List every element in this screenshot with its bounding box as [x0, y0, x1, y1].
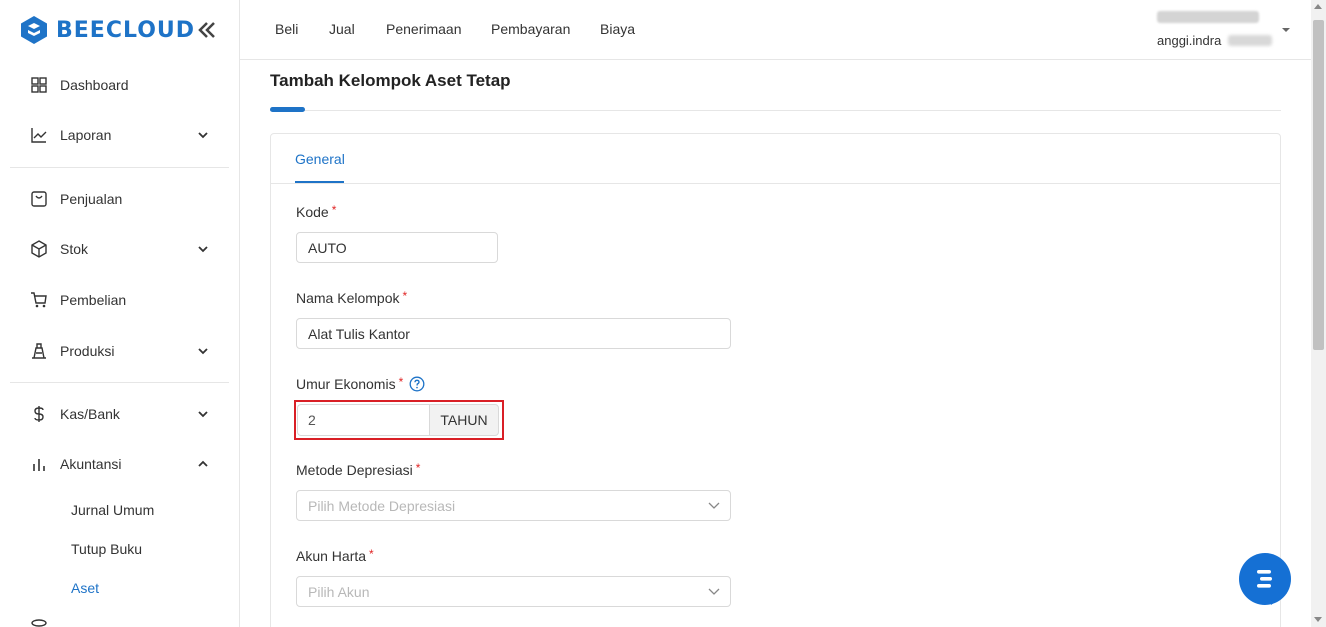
- required-marker: *: [369, 547, 374, 561]
- nama-kelompok-value: Alat Tulis Kantor: [308, 325, 410, 342]
- akun-harta-placeholder: Pilih Akun: [308, 583, 370, 600]
- sidebar-subitem-jurnal-umum[interactable]: Jurnal Umum: [71, 502, 154, 518]
- database-icon: [31, 619, 47, 627]
- user-email[interactable]: anggi.indra: [1157, 33, 1221, 48]
- akun-harta-label: Akun Harta *: [296, 547, 374, 564]
- title-divider: [270, 110, 1281, 111]
- line-chart-icon: [31, 128, 47, 143]
- beecloud-logo-icon: [21, 16, 47, 44]
- tab-general[interactable]: General: [295, 151, 345, 167]
- sidebar-item-label: Produksi: [60, 343, 115, 359]
- nama-kelompok-input[interactable]: Alat Tulis Kantor: [296, 318, 731, 349]
- sidebar-item-produksi[interactable]: Produksi: [0, 331, 240, 371]
- kode-input[interactable]: AUTO: [296, 232, 498, 263]
- receipt-icon: [31, 191, 47, 207]
- top-menu-penerimaan[interactable]: Penerimaan: [386, 21, 462, 37]
- sidebar-item-label: Penjualan: [60, 191, 123, 207]
- user-email-redacted: [1228, 35, 1272, 46]
- umur-ekonomis-unit: TAHUN: [429, 404, 499, 436]
- user-name-redacted: [1157, 11, 1259, 23]
- umur-ekonomis-value: 2: [308, 412, 316, 428]
- sidebar-item-pembelian[interactable]: Pembelian: [0, 280, 240, 320]
- metode-depresiasi-label: Metode Depresiasi *: [296, 461, 421, 478]
- question-circle-icon[interactable]: [409, 376, 425, 392]
- sidebar-item-akuntansi[interactable]: Akuntansi: [0, 444, 240, 484]
- brand-name: BEECLOUD: [56, 17, 196, 43]
- top-menu-biaya[interactable]: Biaya: [600, 21, 635, 37]
- umur-ekonomis-input[interactable]: 2: [297, 404, 430, 436]
- chevron-down-icon: [198, 132, 208, 139]
- page-title: Tambah Kelompok Aset Tetap: [270, 71, 511, 90]
- top-navigation: Beli Jual Penerimaan Pembayaran Biaya an…: [240, 0, 1311, 60]
- sidebar-subitem-aset[interactable]: Aset: [71, 580, 99, 596]
- chevron-up-icon: [198, 460, 208, 467]
- sidebar-item-label: Stok: [60, 241, 89, 257]
- sidebar-item-penjualan[interactable]: Penjualan: [0, 179, 240, 219]
- chat-button[interactable]: [1239, 553, 1291, 605]
- metode-depresiasi-select[interactable]: Pilih Metode Depresiasi: [296, 490, 731, 521]
- metode-depresiasi-placeholder: Pilih Metode Depresiasi: [308, 497, 456, 514]
- kode-label-text: Kode: [296, 204, 329, 220]
- sidebar-divider: [10, 167, 229, 168]
- collapse-sidebar-icon[interactable]: [196, 19, 218, 41]
- nama-kelompok-label: Nama Kelompok *: [296, 289, 408, 306]
- dollar-icon: [34, 406, 44, 422]
- sidebar: BEECLOUD Dashboard Laporan Penjualan Sto…: [0, 0, 240, 627]
- required-marker: *: [402, 289, 408, 303]
- required-marker: *: [398, 375, 404, 389]
- tab-divider: [271, 183, 1280, 184]
- sidebar-item-dashboard[interactable]: Dashboard: [0, 65, 240, 105]
- chevron-down-icon: [198, 348, 208, 355]
- chevron-down-icon: [198, 411, 208, 418]
- scrollbar-thumb[interactable]: [1313, 20, 1324, 350]
- sidebar-item-laporan[interactable]: Laporan: [0, 115, 240, 155]
- chevron-down-icon: [198, 246, 208, 253]
- required-marker: *: [331, 203, 337, 217]
- sidebar-divider: [10, 382, 229, 383]
- akun-harta-select[interactable]: Pilih Akun: [296, 576, 731, 607]
- nama-kelompok-label-text: Nama Kelompok: [296, 290, 400, 306]
- sidebar-item-label: Pembelian: [60, 292, 127, 308]
- bar-chart-icon: [33, 459, 45, 471]
- sidebar-item-label: Akuntansi: [60, 456, 122, 472]
- top-menu-jual[interactable]: Jual: [329, 21, 355, 37]
- metode-depresiasi-label-text: Metode Depresiasi: [296, 462, 413, 478]
- kode-label: Kode *: [296, 203, 337, 220]
- factory-icon: [32, 343, 46, 359]
- caret-down-icon[interactable]: [1280, 25, 1292, 35]
- scroll-down-arrow[interactable]: [1314, 617, 1322, 622]
- title-accent: [270, 107, 305, 112]
- umur-ekonomis-label-text: Umur Ekonomis: [296, 376, 396, 392]
- umur-ekonomis-label: Umur Ekonomis *: [296, 375, 404, 392]
- box-icon: [31, 240, 47, 258]
- chat-icon: [1257, 570, 1272, 588]
- sidebar-item-stok[interactable]: Stok: [0, 229, 240, 269]
- top-menu-beli[interactable]: Beli: [275, 21, 298, 37]
- scroll-up-arrow[interactable]: [1314, 4, 1322, 9]
- required-marker: *: [415, 461, 421, 475]
- chevron-down-icon: [708, 588, 720, 595]
- sidebar-item-label: Kas/Bank: [60, 406, 120, 422]
- top-menu-pembayaran[interactable]: Pembayaran: [491, 21, 570, 37]
- sidebar-item-kas-bank[interactable]: Kas/Bank: [0, 394, 240, 434]
- sidebar-subitem-tutup-buku[interactable]: Tutup Buku: [71, 541, 142, 557]
- sidebar-item-label: Laporan: [60, 127, 112, 143]
- akun-harta-label-text: Akun Harta: [296, 548, 367, 564]
- kode-value: AUTO: [308, 239, 347, 256]
- cart-icon: [31, 292, 47, 308]
- grid-icon: [31, 77, 47, 93]
- chevron-down-icon: [708, 502, 720, 509]
- sidebar-item-label: Dashboard: [60, 77, 129, 93]
